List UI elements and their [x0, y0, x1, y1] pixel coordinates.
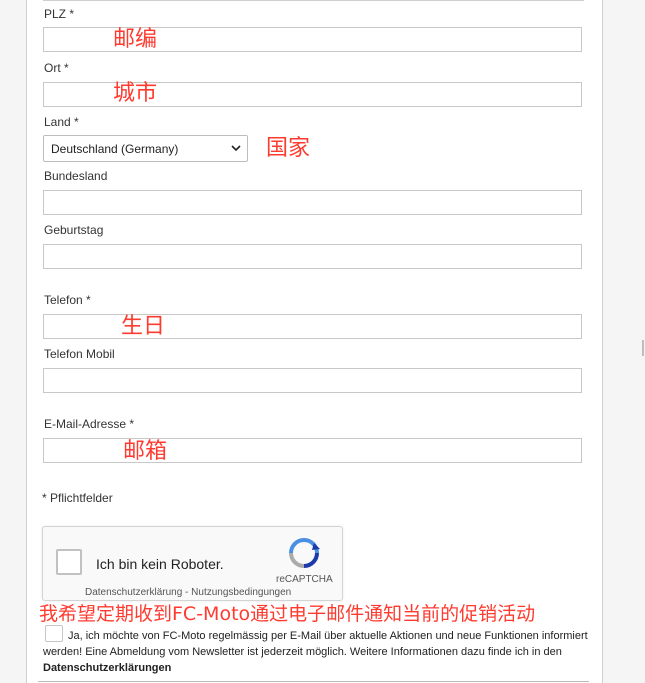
recaptcha-logo-icon [289, 538, 320, 568]
telefon-mobil-label: Telefon Mobil [44, 347, 115, 361]
privacy-link[interactable]: Datenschutzerklärungen [43, 662, 171, 674]
telefon-label: Telefon * [44, 293, 91, 307]
annotation-plz: 邮编 [113, 27, 158, 52]
land-select[interactable]: Deutschland (Germany) [43, 135, 248, 162]
divider-bottom [38, 681, 589, 682]
recaptcha-links[interactable]: Datenschutzerklärung - Nutzungsbedingung… [85, 587, 291, 598]
scrollbar-handle[interactable] [642, 340, 644, 356]
annotation-telefon: 生日 [121, 314, 166, 339]
annotation-newsletter: 我希望定期收到FC-Moto通过电子邮件通知当前的促销活动 [39, 603, 536, 625]
plz-label: PLZ * [44, 7, 75, 21]
chevron-down-icon [231, 145, 241, 152]
bundesland-label: Bundesland [44, 169, 108, 183]
land-selected-value: Deutschland (Germany) [51, 142, 179, 156]
ort-label: Ort * [44, 61, 69, 75]
recaptcha-label: Ich bin kein Roboter. [96, 556, 224, 572]
newsletter-text: Ja, ich möchte von FC-Moto regelmässig p… [43, 628, 591, 676]
required-note: * Pflichtfelder [42, 491, 113, 505]
annotation-land: 国家 [266, 136, 311, 161]
geburtstag-label: Geburtstag [44, 223, 104, 237]
telefon-mobil-input[interactable] [43, 368, 582, 393]
recaptcha-widget: Ich bin kein Roboter. reCAPTCHA Datensch… [42, 526, 343, 601]
recaptcha-checkbox[interactable] [56, 549, 82, 575]
annotation-email: 邮箱 [123, 439, 168, 464]
geburtstag-input[interactable] [43, 244, 582, 269]
land-label: Land * [44, 115, 79, 129]
divider-top [43, 0, 584, 1]
recaptcha-brand: reCAPTCHA [276, 574, 333, 585]
bundesland-input[interactable] [43, 190, 582, 215]
annotation-ort: 城市 [113, 81, 158, 106]
email-label: E-Mail-Adresse * [44, 417, 135, 431]
newsletter-text-body: Ja, ich möchte von FC-Moto regelmässig p… [43, 630, 588, 658]
